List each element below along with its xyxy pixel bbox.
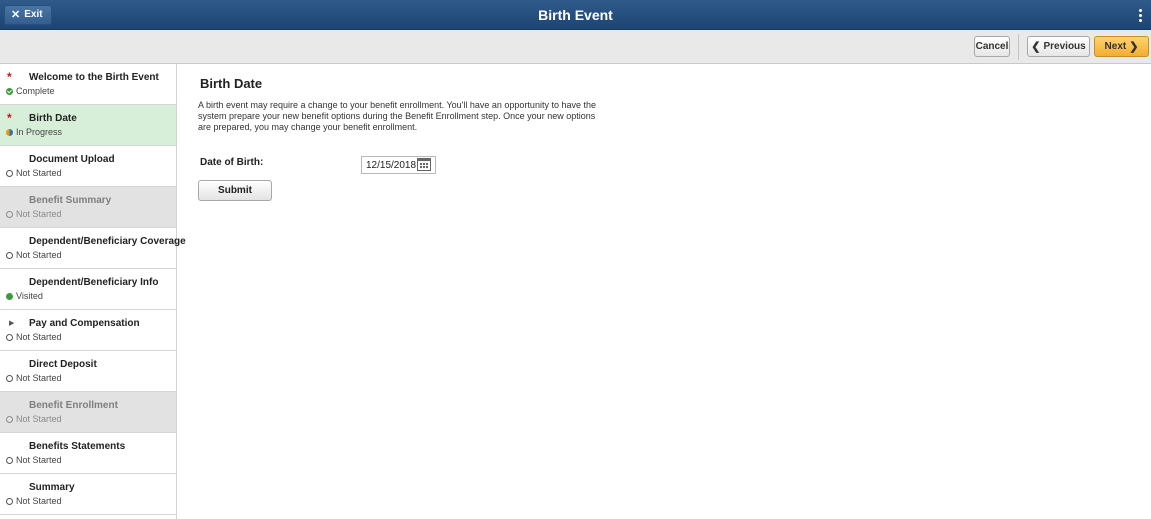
calendar-icon[interactable] bbox=[417, 158, 431, 171]
step-status: Complete bbox=[6, 86, 55, 96]
chevron-left-icon: ❮ bbox=[1031, 40, 1041, 53]
not-started-icon bbox=[6, 374, 13, 382]
step-title: Dependent/Beneficiary Info bbox=[29, 277, 159, 288]
step-status: Not Started bbox=[6, 496, 62, 506]
actions-menu-icon[interactable] bbox=[1135, 4, 1145, 26]
banner: ✕ Exit Birth Event bbox=[0, 0, 1151, 30]
step-title: Benefit Summary bbox=[29, 195, 112, 206]
step-title: Summary bbox=[29, 482, 75, 493]
required-star-icon: * bbox=[7, 70, 12, 84]
step-direct-deposit[interactable]: Direct Deposit Not Started bbox=[0, 351, 176, 392]
next-label: Next bbox=[1104, 41, 1127, 52]
required-star-icon: * bbox=[7, 111, 12, 125]
step-title: Birth Date bbox=[29, 113, 77, 124]
step-title: Document Upload bbox=[29, 154, 115, 165]
page-title: Birth Date bbox=[200, 76, 263, 91]
step-status: In Progress bbox=[6, 127, 62, 137]
close-icon: ✕ bbox=[11, 9, 21, 21]
step-status: Not Started bbox=[6, 209, 62, 219]
toolbar: Cancel ❮ Previous Next ❯ bbox=[0, 30, 1151, 64]
toolbar-divider bbox=[1018, 34, 1019, 60]
page-header-title: Birth Event bbox=[538, 7, 613, 23]
guided-steps-sidebar: * Welcome to the Birth Event Complete * … bbox=[0, 64, 186, 519]
visited-icon bbox=[6, 292, 13, 300]
in-progress-icon bbox=[6, 128, 13, 136]
step-birth-date[interactable]: * Birth Date In Progress bbox=[0, 105, 176, 146]
not-started-icon bbox=[6, 456, 13, 464]
complete-check-icon bbox=[6, 87, 13, 95]
next-button[interactable]: Next ❯ bbox=[1094, 36, 1149, 57]
step-welcome[interactable]: * Welcome to the Birth Event Complete bbox=[0, 64, 176, 105]
step-status: Visited bbox=[6, 291, 43, 301]
not-started-icon bbox=[6, 333, 13, 341]
step-summary[interactable]: Summary Not Started bbox=[0, 474, 176, 515]
step-title: Pay and Compensation bbox=[29, 318, 140, 329]
expand-caret-icon[interactable]: ▶ bbox=[9, 319, 14, 327]
step-pay-and-compensation[interactable]: ▶ Pay and Compensation Not Started bbox=[0, 310, 176, 351]
step-dependent-beneficiary-info[interactable]: Dependent/Beneficiary Info Visited bbox=[0, 269, 176, 310]
previous-button[interactable]: ❮ Previous bbox=[1027, 36, 1090, 57]
date-of-birth-label: Date of Birth: bbox=[200, 157, 264, 168]
step-title: Direct Deposit bbox=[29, 359, 97, 370]
not-started-icon bbox=[6, 415, 13, 423]
not-started-icon bbox=[6, 251, 13, 259]
chevron-right-icon: ❯ bbox=[1129, 40, 1139, 53]
step-document-upload[interactable]: Document Upload Not Started bbox=[0, 146, 176, 187]
step-status: Not Started bbox=[6, 168, 62, 178]
step-dependent-beneficiary-coverage[interactable]: Dependent/Beneficiary Coverage Not Start… bbox=[0, 228, 186, 269]
cancel-button[interactable]: Cancel bbox=[974, 36, 1010, 57]
not-started-icon bbox=[6, 497, 13, 505]
step-title: Benefit Enrollment bbox=[29, 400, 118, 411]
step-title: Welcome to the Birth Event bbox=[29, 72, 159, 83]
not-started-icon bbox=[6, 210, 13, 218]
previous-label: Previous bbox=[1043, 41, 1086, 52]
step-status: Not Started bbox=[6, 332, 62, 342]
step-title: Benefits Statements bbox=[29, 441, 126, 452]
step-status: Not Started bbox=[6, 250, 62, 260]
step-benefits-statements[interactable]: Benefits Statements Not Started bbox=[0, 433, 176, 474]
step-status: Not Started bbox=[6, 373, 62, 383]
step-benefit-enrollment: Benefit Enrollment Not Started bbox=[0, 392, 176, 433]
not-started-icon bbox=[6, 169, 13, 177]
step-status: Not Started bbox=[6, 455, 62, 465]
submit-button[interactable]: Submit bbox=[198, 180, 272, 201]
description-text: A birth event may require a change to yo… bbox=[198, 100, 596, 132]
step-benefit-summary: Benefit Summary Not Started bbox=[0, 187, 176, 228]
step-title: Dependent/Beneficiary Coverage bbox=[29, 236, 186, 247]
exit-button[interactable]: ✕ Exit bbox=[4, 5, 52, 25]
step-status: Not Started bbox=[6, 414, 62, 424]
exit-label: Exit bbox=[24, 9, 43, 20]
